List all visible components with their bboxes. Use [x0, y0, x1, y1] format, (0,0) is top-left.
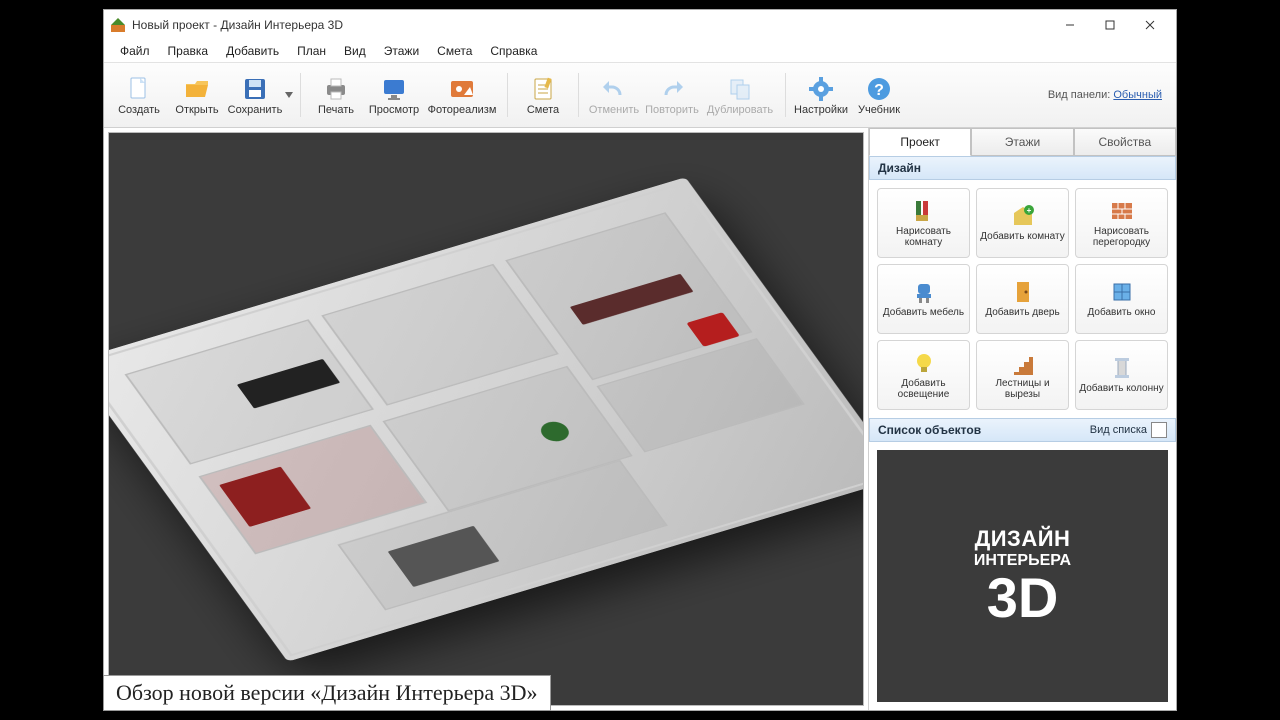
menu-edit[interactable]: Правка: [160, 42, 217, 60]
menu-file[interactable]: Файл: [112, 42, 158, 60]
tile-add-lighting[interactable]: Добавить освещение: [877, 340, 970, 410]
menu-estimate[interactable]: Смета: [429, 42, 480, 60]
file-new-icon: [125, 75, 153, 103]
photo-icon: [448, 75, 476, 103]
duplicate-icon: [726, 75, 754, 103]
tutorial-button[interactable]: ? Учебник: [850, 65, 908, 125]
svg-text:?: ?: [874, 82, 884, 99]
photoreal-button[interactable]: Фотореализм: [423, 65, 501, 125]
toolbar: Создать Открыть Сохранить Печать Просмот…: [104, 62, 1176, 128]
window-title: Новый проект - Дизайн Интерьера 3D: [132, 18, 343, 32]
door-icon: [1010, 279, 1036, 305]
menu-bar: Файл Правка Добавить План Вид Этажи Смет…: [104, 40, 1176, 62]
create-button[interactable]: Создать: [110, 65, 168, 125]
room-plus-icon: +: [1010, 203, 1036, 229]
menu-view[interactable]: Вид: [336, 42, 374, 60]
undo-button[interactable]: Отменить: [585, 65, 643, 125]
svg-text:+: +: [1026, 206, 1031, 215]
video-caption-bar: Обзор новой версии «Дизайн Интерьера 3D»: [103, 675, 1177, 711]
printer-icon: [322, 75, 350, 103]
tab-properties[interactable]: Свойства: [1074, 128, 1176, 156]
redo-button[interactable]: Повторить: [643, 65, 701, 125]
design-section-header: Дизайн: [869, 156, 1176, 180]
maximize-button[interactable]: [1090, 11, 1130, 39]
tab-project[interactable]: Проект: [869, 128, 971, 156]
column-icon: [1109, 355, 1135, 381]
tile-draw-partition[interactable]: Нарисовать перегородку: [1075, 188, 1168, 258]
chair-icon: [911, 279, 937, 305]
monitor-icon: [380, 75, 408, 103]
notepad-icon: [529, 75, 557, 103]
promo-banner: ДИЗАЙН ИНТЕРЬЕРА 3D: [877, 450, 1168, 702]
settings-button[interactable]: Настройки: [792, 65, 850, 125]
tile-draw-room[interactable]: Нарисовать комнату: [877, 188, 970, 258]
menu-help[interactable]: Справка: [482, 42, 545, 60]
menu-add[interactable]: Добавить: [218, 42, 287, 60]
open-button[interactable]: Открыть: [168, 65, 226, 125]
save-dropdown[interactable]: [284, 65, 294, 125]
app-icon: [110, 17, 126, 33]
tile-add-furniture[interactable]: Добавить мебель: [877, 264, 970, 334]
menu-floors[interactable]: Этажи: [376, 42, 427, 60]
panel-mode: Вид панели: Обычный: [1048, 89, 1170, 101]
side-panel: Проект Этажи Свойства Дизайн Нарисовать …: [868, 128, 1176, 710]
duplicate-button[interactable]: Дублировать: [701, 65, 779, 125]
window-icon: [1109, 279, 1135, 305]
brick-wall-icon: [1109, 198, 1135, 224]
objects-list-header: Список объектов Вид списка: [869, 418, 1176, 442]
tile-add-door[interactable]: Добавить дверь: [976, 264, 1069, 334]
estimate-button[interactable]: Смета: [514, 65, 572, 125]
minimize-button[interactable]: [1050, 11, 1090, 39]
gear-icon: [807, 75, 835, 103]
bulb-icon: [911, 350, 937, 376]
redo-icon: [658, 75, 686, 103]
close-button[interactable]: [1130, 11, 1170, 39]
video-caption: Обзор новой версии «Дизайн Интерьера 3D»: [103, 675, 551, 711]
3d-viewport[interactable]: [108, 132, 864, 706]
tile-add-room[interactable]: +Добавить комнату: [976, 188, 1069, 258]
stairs-icon: [1010, 350, 1036, 376]
application-window: Новый проект - Дизайн Интерьера 3D Файл …: [103, 9, 1177, 711]
brush-icon: [911, 198, 937, 224]
menu-plan[interactable]: План: [289, 42, 334, 60]
panel-mode-link[interactable]: Обычный: [1113, 89, 1162, 101]
undo-icon: [600, 75, 628, 103]
floorplan-render: [108, 177, 864, 661]
print-button[interactable]: Печать: [307, 65, 365, 125]
save-button[interactable]: Сохранить: [226, 65, 284, 125]
design-tile-grid: Нарисовать комнату +Добавить комнату Нар…: [869, 180, 1176, 418]
help-icon: ?: [865, 75, 893, 103]
tile-add-column[interactable]: Добавить колонну: [1075, 340, 1168, 410]
folder-open-icon: [183, 75, 211, 103]
tile-stairs[interactable]: Лестницы и вырезы: [976, 340, 1069, 410]
tab-floors[interactable]: Этажи: [971, 128, 1073, 156]
tile-add-window[interactable]: Добавить окно: [1075, 264, 1168, 334]
floppy-icon: [241, 75, 269, 103]
preview-button[interactable]: Просмотр: [365, 65, 423, 125]
title-bar: Новый проект - Дизайн Интерьера 3D: [104, 10, 1176, 40]
list-view-toggle[interactable]: [1151, 422, 1167, 438]
